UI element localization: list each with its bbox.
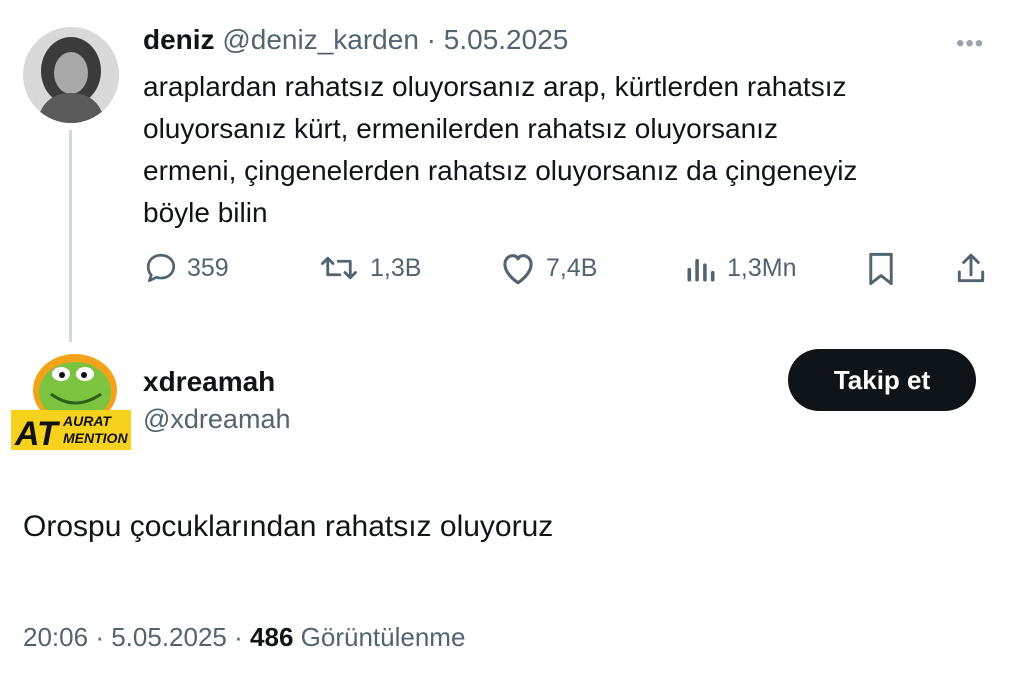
avatar-text-main: AT (14, 415, 61, 450)
thread-line (69, 130, 72, 342)
reply-date[interactable]: 5.05.2025 (111, 622, 227, 652)
more-icon[interactable]: ••• (956, 30, 984, 58)
reply-meta: 20:06 · 5.05.2025 · 486 Görüntülenme (23, 622, 465, 653)
share-icon (957, 253, 985, 283)
bookmark-button[interactable] (863, 250, 899, 288)
avatar-text-top: AURAT (62, 413, 112, 429)
retweet-icon (321, 256, 357, 280)
reply-views-label: Görüntülenme (300, 622, 466, 652)
share-button[interactable] (953, 250, 989, 288)
reply-text: Orospu çocuklarından rahatsız oluyoruz (23, 510, 554, 543)
like-count: 7,4B (546, 253, 598, 282)
reply-author-handle[interactable]: @xdreamah (143, 404, 290, 435)
header-separator: · (426, 24, 436, 55)
avatar[interactable] (23, 27, 119, 123)
like-button[interactable]: 7,4B (498, 250, 597, 286)
views-icon (687, 259, 715, 282)
reply-button[interactable]: 359 (143, 250, 229, 286)
reply-icon (146, 253, 176, 283)
tweet-date[interactable]: 5.05.2025 (444, 24, 569, 55)
views-count: 1,3Mn (727, 253, 797, 282)
retweet-count: 1,3B (370, 253, 422, 282)
avatar-photo (23, 27, 119, 123)
reply-count: 359 (187, 253, 229, 282)
meta-separator-1: · (95, 622, 104, 652)
retweet-button[interactable]: 1,3B (316, 250, 421, 286)
avatar-text-bottom: MENTION (63, 430, 128, 446)
reply-author-name[interactable]: xdreamah (143, 366, 275, 398)
tweet-actions: 359 1,3B 7,4B 1,3Mn (143, 250, 993, 290)
reply-views-count: 486 (250, 622, 294, 652)
meta-separator-2: · (234, 622, 243, 652)
tweet-header: deniz @deniz_karden · 5.05.2025 (143, 24, 568, 56)
views-button[interactable]: 1,3Mn (683, 250, 796, 286)
kermit-avatar-image: AT AURAT MENTION (11, 354, 131, 453)
follow-button[interactable]: Takip et (788, 349, 976, 411)
like-icon (503, 254, 533, 285)
reply-avatar[interactable]: AT AURAT MENTION (11, 350, 131, 453)
bookmark-icon (869, 252, 893, 286)
reply-time[interactable]: 20:06 (23, 622, 88, 652)
tweet-text: araplardan rahatsız oluyorsanız arap, kü… (143, 71, 858, 228)
author-handle[interactable]: @deniz_karden (222, 24, 419, 55)
author-name[interactable]: deniz (143, 24, 215, 55)
